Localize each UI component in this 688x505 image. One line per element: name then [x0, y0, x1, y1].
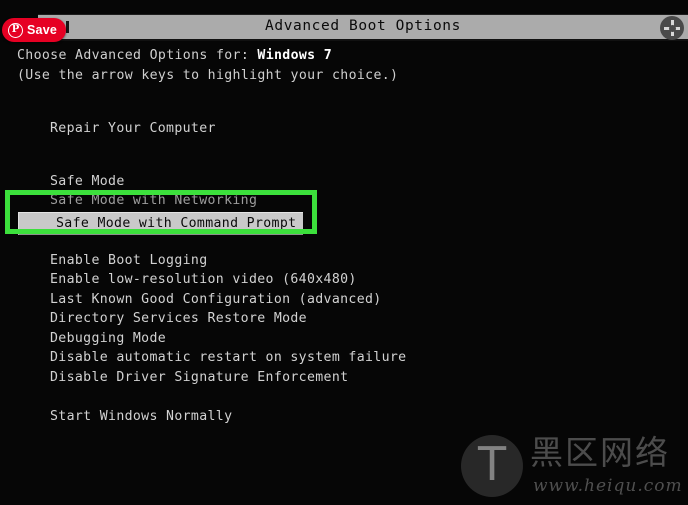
menu-item-enable-boot-logging[interactable]: Enable Boot Logging: [0, 251, 688, 271]
header-prefix: Choose Advanced Options for:: [17, 48, 258, 63]
menu-item-safe-mode-with-command-prompt[interactable]: Safe Mode with Command Prompt: [18, 211, 303, 235]
menu-item-directory-services-restore-mode[interactable]: Directory Services Restore Mode: [0, 309, 688, 329]
pinterest-p-icon: P: [8, 22, 23, 38]
header-line-os: Choose Advanced Options for: Windows 7: [0, 46, 688, 66]
menu-item-safe-mode[interactable]: Safe Mode: [0, 172, 688, 192]
crosshair-center-hole: [668, 24, 676, 32]
menu-item-disable-automatic-restart[interactable]: Disable automatic restart on system fail…: [0, 348, 688, 368]
window-title-bar: Advanced Boot Options: [38, 14, 688, 41]
selected-row-container: Safe Mode with Command Prompt: [0, 211, 688, 237]
console-body: Choose Advanced Options for: Windows 7 (…: [0, 46, 688, 505]
menu-item-disable-driver-signature-enforcement[interactable]: Disable Driver Signature Enforcement: [0, 368, 688, 388]
description-line-1: Description: Start Windows with core dri…: [17, 501, 581, 505]
menu-item-last-known-good-configuration[interactable]: Last Known Good Configuration (advanced): [0, 290, 688, 310]
menu-item-safe-mode-with-networking[interactable]: Safe Mode with Networking: [0, 191, 688, 211]
crosshair-circle-icon[interactable]: [660, 16, 684, 40]
pinterest-save-button[interactable]: P Save: [2, 18, 66, 42]
header-os-name: Windows 7: [257, 48, 333, 63]
save-button-label: Save: [27, 23, 57, 37]
boot-options-screen: Advanced Boot Options P Save Choose Adva…: [0, 0, 688, 505]
menu-item-start-windows-normally[interactable]: Start Windows Normally: [0, 407, 688, 427]
header-line-hint: (Use the arrow keys to highlight your ch…: [17, 67, 399, 83]
page-title: Advanced Boot Options: [265, 18, 461, 34]
menu-item-debugging-mode[interactable]: Debugging Mode: [0, 329, 688, 349]
menu-item-enable-low-resolution-video[interactable]: Enable low-resolution video (640x480): [0, 270, 688, 290]
menu-item-repair-your-computer[interactable]: Repair Your Computer: [0, 119, 688, 139]
description-block: Description: Start Windows with core dri…: [17, 459, 581, 505]
